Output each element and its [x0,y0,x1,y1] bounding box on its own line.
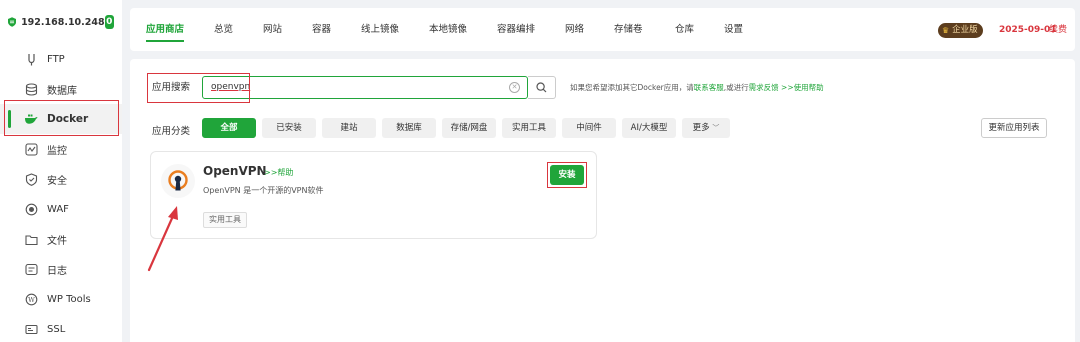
tab-network[interactable]: 网络 [565,8,584,51]
search-button[interactable] [528,76,556,99]
sidebar-item-label: FTP [47,53,65,65]
update-app-list-button[interactable]: 更新应用列表 [981,118,1047,138]
waf-icon [24,202,38,216]
enterprise-label: 企业版 [952,25,978,35]
search-icon [536,82,547,93]
app-tag: 实用工具 [203,212,247,228]
search-hint: 如果您希望添加其它Docker应用，请联系客服,或进行需求反馈 >>使用帮助 [570,82,824,93]
tab-container[interactable]: 容器 [312,8,331,51]
sidebar-menu: FTP 数据库 Docker 监控 安全 WAF 文件 日志 W WP Tool… [0,44,122,342]
more-label: 更多 [692,123,710,133]
server-info[interactable]: 192.168.10.248 0 [8,12,114,32]
security-icon [24,172,38,186]
sidebar-item-ftp[interactable]: FTP [0,44,122,74]
tab-overview[interactable]: 总览 [214,8,233,51]
tab-local-images[interactable]: 本地镜像 [429,8,467,51]
sidebar-item-label: 文件 [47,235,67,247]
search-input[interactable]: openvpn ✕ [202,76,528,99]
tab-website[interactable]: 网站 [263,8,282,51]
app-store-panel: 应用搜索 openvpn ✕ 如果您希望添加其它Docker应用，请联系客服,或… [130,59,1075,342]
hint-text: 如果您希望添加其它Docker应用，请 [570,83,694,92]
category-middleware[interactable]: 中间件 [562,118,616,138]
tab-volumes[interactable]: 存储卷 [614,8,643,51]
sidebar-item-security[interactable]: 安全 [0,164,122,194]
database-icon [24,82,38,96]
contact-support-link[interactable]: 联系客服 [694,83,724,92]
category-storage[interactable]: 存储/网盘 [442,118,496,138]
log-icon [24,262,38,276]
sidebar: 192.168.10.248 0 FTP 数据库 Docker 监控 安全 WA… [0,0,122,342]
enterprise-badge[interactable]: ♛ 企业版 [938,23,983,38]
sidebar-item-logs[interactable]: 日志 [0,254,122,284]
server-ip: 192.168.10.248 [21,16,105,28]
category-utilities[interactable]: 实用工具 [502,118,556,138]
expire-date: 2025-09-01 [999,25,1057,35]
category-all[interactable]: 全部 [202,118,256,138]
sidebar-item-label: 日志 [47,265,67,277]
app-name: OpenVPN [203,164,267,178]
docker-highlight-box [4,100,119,136]
sidebar-item-label: WAF [47,203,69,215]
sidebar-item-files[interactable]: 文件 [0,224,122,254]
chevron-down-icon: ﹀ [712,124,720,132]
sidebar-item-waf[interactable]: WAF [0,194,122,224]
category-label: 应用分类 [152,126,191,137]
wordpress-icon: W [24,292,38,306]
tab-app-store[interactable]: 应用商店 [146,8,185,51]
hint-text-mid: ,或进行 [723,83,749,92]
tab-online-images[interactable]: 线上镜像 [361,8,399,51]
tab-compose[interactable]: 容器编排 [497,8,535,51]
category-database[interactable]: 数据库 [382,118,436,138]
app-card-openvpn[interactable]: OpenVPN >>帮助 OpenVPN 是一个开源的VPN软件 实用工具 安装 [150,151,597,239]
install-highlight-box [547,162,587,188]
clear-icon[interactable]: ✕ [509,82,520,93]
category-installed[interactable]: 已安装 [262,118,316,138]
server-shield-icon [8,17,17,27]
sidebar-item-label: 数据库 [47,85,77,97]
top-tab-bar: 应用商店 总览 网站 容器 线上镜像 本地镜像 容器编排 网络 存储卷 仓库 设… [130,8,1075,51]
monitor-icon [24,142,38,156]
tab-settings[interactable]: 设置 [724,8,743,51]
sidebar-item-label: 安全 [47,175,67,187]
sidebar-item-label: WP Tools [47,293,91,305]
app-root: 192.168.10.248 0 FTP 数据库 Docker 监控 安全 WA… [0,0,1080,342]
sidebar-item-label: SSL [47,323,66,335]
folder-icon [24,232,38,246]
tab-registry[interactable]: 仓库 [675,8,694,51]
usage-help-link[interactable]: >>使用帮助 [781,83,824,92]
search-highlight-box [147,73,250,103]
ssl-icon [24,322,38,336]
renew-link[interactable]: 续费 [1049,23,1067,38]
app-help-link[interactable]: >>帮助 [264,167,293,178]
feedback-link[interactable]: 需求反馈 [749,83,779,92]
sidebar-item-label: 监控 [47,145,67,157]
category-more-dropdown[interactable]: 更多 ﹀ [682,118,730,138]
app-description: OpenVPN 是一个开源的VPN软件 [203,186,324,195]
ftp-icon [24,52,38,66]
server-count-badge: 0 [104,15,114,29]
crown-icon: ♛ [942,26,950,35]
sidebar-item-monitor[interactable]: 监控 [0,134,122,164]
category-ai[interactable]: AI/大模型 [622,118,676,138]
sidebar-item-wp-tools[interactable]: W WP Tools [0,284,122,314]
openvpn-logo-icon [161,164,195,198]
sidebar-item-ssl[interactable]: SSL [0,314,122,342]
svg-text:W: W [28,296,35,304]
category-website[interactable]: 建站 [322,118,376,138]
